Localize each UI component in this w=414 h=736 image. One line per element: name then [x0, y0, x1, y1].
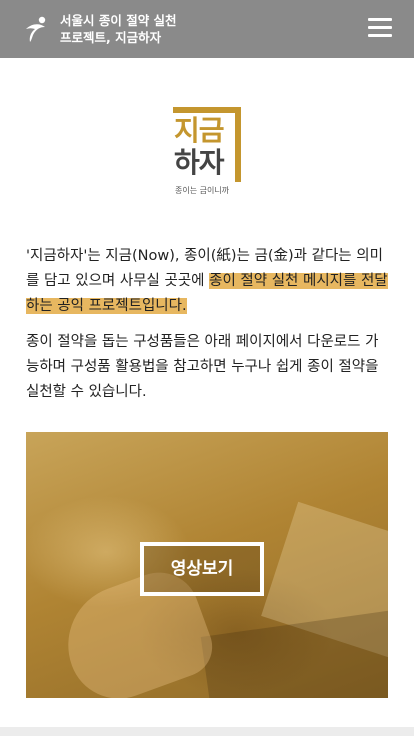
seoul-logo-icon[interactable] [24, 15, 48, 43]
menu-bar [368, 18, 392, 21]
brand-accent-bar [173, 107, 241, 113]
brand-tagline: 종이는 금이니까 [175, 186, 230, 195]
site-title-line1: 서울시 종이 절약 실천 [60, 13, 177, 28]
menu-bar [368, 34, 392, 37]
intro-paragraph-2: 종이 절약을 돕는 구성품들은 아래 페이지에서 다운로드 가능하며 구성품 활… [26, 334, 379, 400]
brand-accent-bar [235, 107, 241, 182]
watch-video-button[interactable]: 영상보기 [140, 542, 264, 596]
brand-line1: 지금 [174, 114, 225, 147]
site-title-line2: 프로젝트, 지금하자 [60, 30, 162, 45]
menu-bar [368, 26, 392, 29]
video-thumbnail[interactable]: 영상보기 [26, 432, 388, 698]
brand-logo: 지금 하자 종이는 금이니까 [173, 107, 243, 199]
footer-divider [0, 727, 414, 736]
intro-paragraph-1: '지금하자'는 지금(Now), 종이(紙)는 금(金)과 같다는 의미를 담고… [26, 244, 390, 319]
site-title[interactable]: 서울시 종이 절약 실천 프로젝트, 지금하자 [60, 12, 177, 46]
intro-text: '지금하자'는 지금(Now), 종이(紙)는 금(金)과 같다는 의미를 담고… [26, 244, 390, 416]
hamburger-menu-icon[interactable] [368, 18, 392, 38]
top-app-bar: 서울시 종이 절약 실천 프로젝트, 지금하자 [0, 0, 414, 58]
brand-line2: 하자 [174, 146, 225, 179]
